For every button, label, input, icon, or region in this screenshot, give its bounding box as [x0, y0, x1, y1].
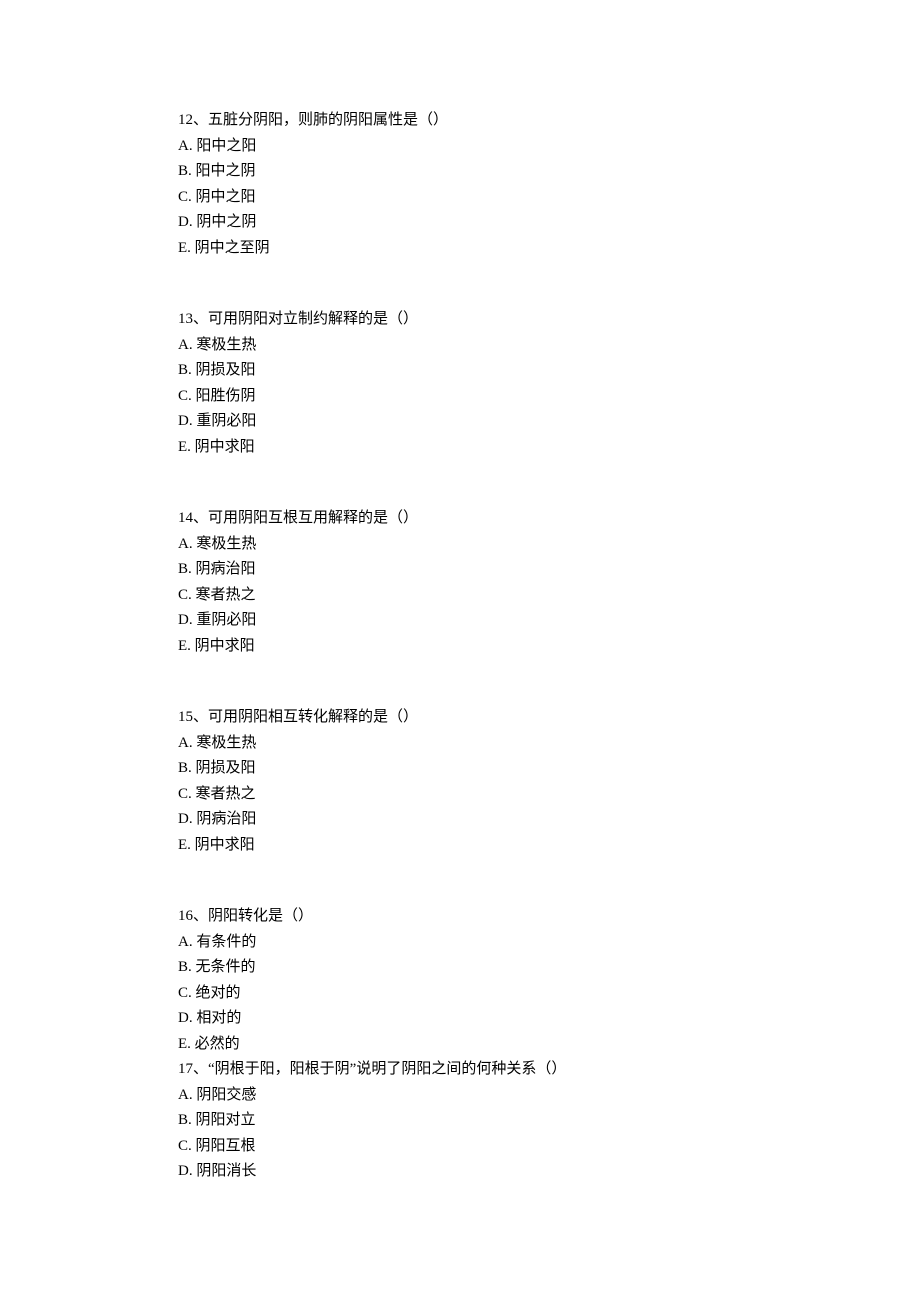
question-17-option-c: C. 阴阳互根: [178, 1134, 820, 1160]
question-16-option-b: B. 无条件的: [178, 955, 820, 981]
question-13-option-e: E. 阴中求阳: [178, 435, 820, 461]
question-14-option-b: B. 阴病治阳: [178, 557, 820, 583]
question-17-option-a: A. 阴阳交感: [178, 1083, 820, 1109]
question-13: 13、可用阴阳对立制约解释的是（） A. 寒极生热 B. 阴损及阳 C. 阳胜伤…: [178, 307, 820, 460]
question-17-stem: 17、“阴根于阳，阳根于阴”说明了阴阳之间的何种关系（）: [178, 1057, 820, 1083]
question-12-option-c: C. 阴中之阳: [178, 185, 820, 211]
question-13-option-a: A. 寒极生热: [178, 333, 820, 359]
question-14-option-e: E. 阴中求阳: [178, 634, 820, 660]
question-14-option-a: A. 寒极生热: [178, 532, 820, 558]
question-15-option-d: D. 阴病治阳: [178, 807, 820, 833]
question-17-option-b: B. 阴阳对立: [178, 1108, 820, 1134]
question-15: 15、可用阴阳相互转化解释的是（） A. 寒极生热 B. 阴损及阳 C. 寒者热…: [178, 705, 820, 858]
question-15-option-a: A. 寒极生热: [178, 731, 820, 757]
question-15-option-b: B. 阴损及阳: [178, 756, 820, 782]
question-16-stem: 16、阴阳转化是（）: [178, 904, 820, 930]
question-14-stem: 14、可用阴阳互根互用解释的是（）: [178, 506, 820, 532]
question-12-option-e: E. 阴中之至阴: [178, 236, 820, 262]
question-14-option-d: D. 重阴必阳: [178, 608, 820, 634]
question-12-option-d: D. 阴中之阴: [178, 210, 820, 236]
question-14-option-c: C. 寒者热之: [178, 583, 820, 609]
question-13-option-b: B. 阴损及阳: [178, 358, 820, 384]
question-12-option-b: B. 阳中之阴: [178, 159, 820, 185]
question-12: 12、五脏分阴阳，则肺的阴阳属性是（） A. 阳中之阳 B. 阳中之阴 C. 阴…: [178, 108, 820, 261]
question-16-option-e: E. 必然的: [178, 1032, 820, 1058]
question-15-option-c: C. 寒者热之: [178, 782, 820, 808]
question-13-option-c: C. 阳胜伤阴: [178, 384, 820, 410]
question-13-option-d: D. 重阴必阳: [178, 409, 820, 435]
question-12-stem: 12、五脏分阴阳，则肺的阴阳属性是（）: [178, 108, 820, 134]
question-16-option-a: A. 有条件的: [178, 930, 820, 956]
question-12-option-a: A. 阳中之阳: [178, 134, 820, 160]
question-16-option-c: C. 绝对的: [178, 981, 820, 1007]
question-16-option-d: D. 相对的: [178, 1006, 820, 1032]
question-17-option-d: D. 阴阳消长: [178, 1159, 820, 1185]
question-17: 17、“阴根于阳，阳根于阴”说明了阴阳之间的何种关系（） A. 阴阳交感 B. …: [178, 1057, 820, 1185]
question-15-stem: 15、可用阴阳相互转化解释的是（）: [178, 705, 820, 731]
question-16: 16、阴阳转化是（） A. 有条件的 B. 无条件的 C. 绝对的 D. 相对的…: [178, 904, 820, 1057]
question-13-stem: 13、可用阴阳对立制约解释的是（）: [178, 307, 820, 333]
question-15-option-e: E. 阴中求阳: [178, 833, 820, 859]
question-14: 14、可用阴阳互根互用解释的是（） A. 寒极生热 B. 阴病治阳 C. 寒者热…: [178, 506, 820, 659]
